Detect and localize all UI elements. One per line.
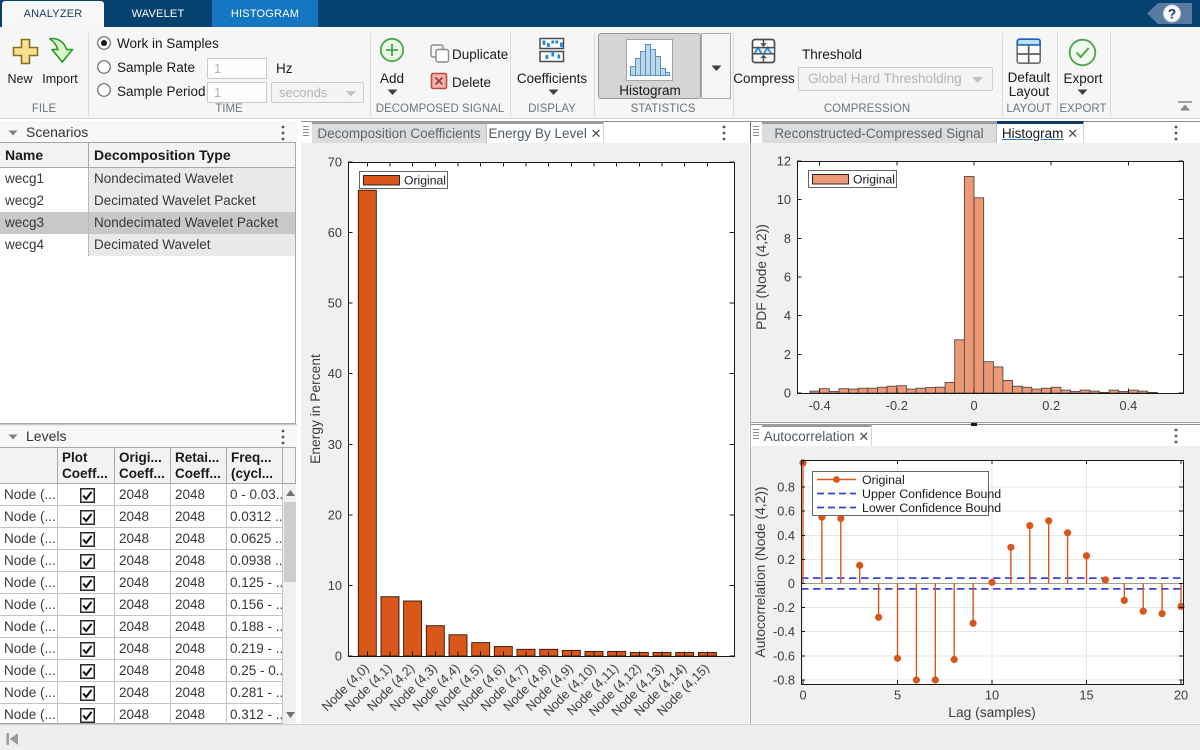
svg-text:-0.6: -0.6 bbox=[773, 648, 795, 663]
svg-text:0.4: 0.4 bbox=[777, 528, 795, 543]
svg-text:2: 2 bbox=[784, 347, 791, 362]
svg-text:Lag (samples): Lag (samples) bbox=[948, 705, 1035, 720]
svg-text:6: 6 bbox=[784, 270, 791, 285]
svg-text:0: 0 bbox=[788, 576, 795, 591]
svg-text:Energy in Percent: Energy in Percent bbox=[308, 354, 323, 464]
svg-text:5: 5 bbox=[894, 688, 901, 703]
svg-text:10: 10 bbox=[985, 688, 999, 703]
svg-text:20: 20 bbox=[328, 507, 342, 522]
svg-text:0.2: 0.2 bbox=[1042, 398, 1060, 413]
svg-text:-0.2: -0.2 bbox=[886, 398, 908, 413]
svg-text:Autocorrelation (Node (4,2)): Autocorrelation (Node (4,2)) bbox=[753, 486, 768, 657]
svg-text:30: 30 bbox=[328, 437, 342, 452]
svg-text:-0.2: -0.2 bbox=[773, 600, 795, 615]
svg-text:0.8: 0.8 bbox=[777, 480, 795, 495]
svg-text:0: 0 bbox=[784, 386, 791, 401]
svg-text:PDF (Node (4,2)): PDF (Node (4,2)) bbox=[754, 224, 769, 330]
svg-text:8: 8 bbox=[784, 231, 791, 246]
svg-text:Original: Original bbox=[853, 173, 895, 187]
svg-text:0.4: 0.4 bbox=[1120, 398, 1138, 413]
svg-text:0: 0 bbox=[970, 398, 977, 413]
svg-text:10: 10 bbox=[328, 578, 342, 593]
svg-text:0.6: 0.6 bbox=[777, 504, 795, 519]
svg-text:0: 0 bbox=[335, 649, 342, 664]
svg-text:-0.4: -0.4 bbox=[809, 398, 831, 413]
svg-text:-0.8: -0.8 bbox=[773, 673, 795, 688]
svg-text:15: 15 bbox=[1079, 688, 1093, 703]
svg-text:10: 10 bbox=[777, 192, 791, 207]
svg-text:Original: Original bbox=[404, 174, 446, 188]
svg-text:4: 4 bbox=[784, 308, 791, 323]
svg-text:60: 60 bbox=[328, 225, 342, 240]
svg-text:40: 40 bbox=[328, 366, 342, 381]
svg-text:?: ? bbox=[1168, 7, 1176, 22]
svg-text:-0.4: -0.4 bbox=[773, 624, 795, 639]
svg-text:12: 12 bbox=[777, 154, 791, 169]
svg-text:0: 0 bbox=[799, 688, 806, 703]
svg-text:0.2: 0.2 bbox=[777, 552, 795, 567]
svg-text:20: 20 bbox=[1174, 688, 1188, 703]
svg-text:Lower Confidence Bound: Lower Confidence Bound bbox=[862, 501, 1001, 515]
svg-text:50: 50 bbox=[328, 296, 342, 311]
svg-text:Original: Original bbox=[862, 473, 905, 487]
svg-text:70: 70 bbox=[328, 155, 342, 170]
svg-text:Upper Confidence Bound: Upper Confidence Bound bbox=[862, 487, 1001, 501]
